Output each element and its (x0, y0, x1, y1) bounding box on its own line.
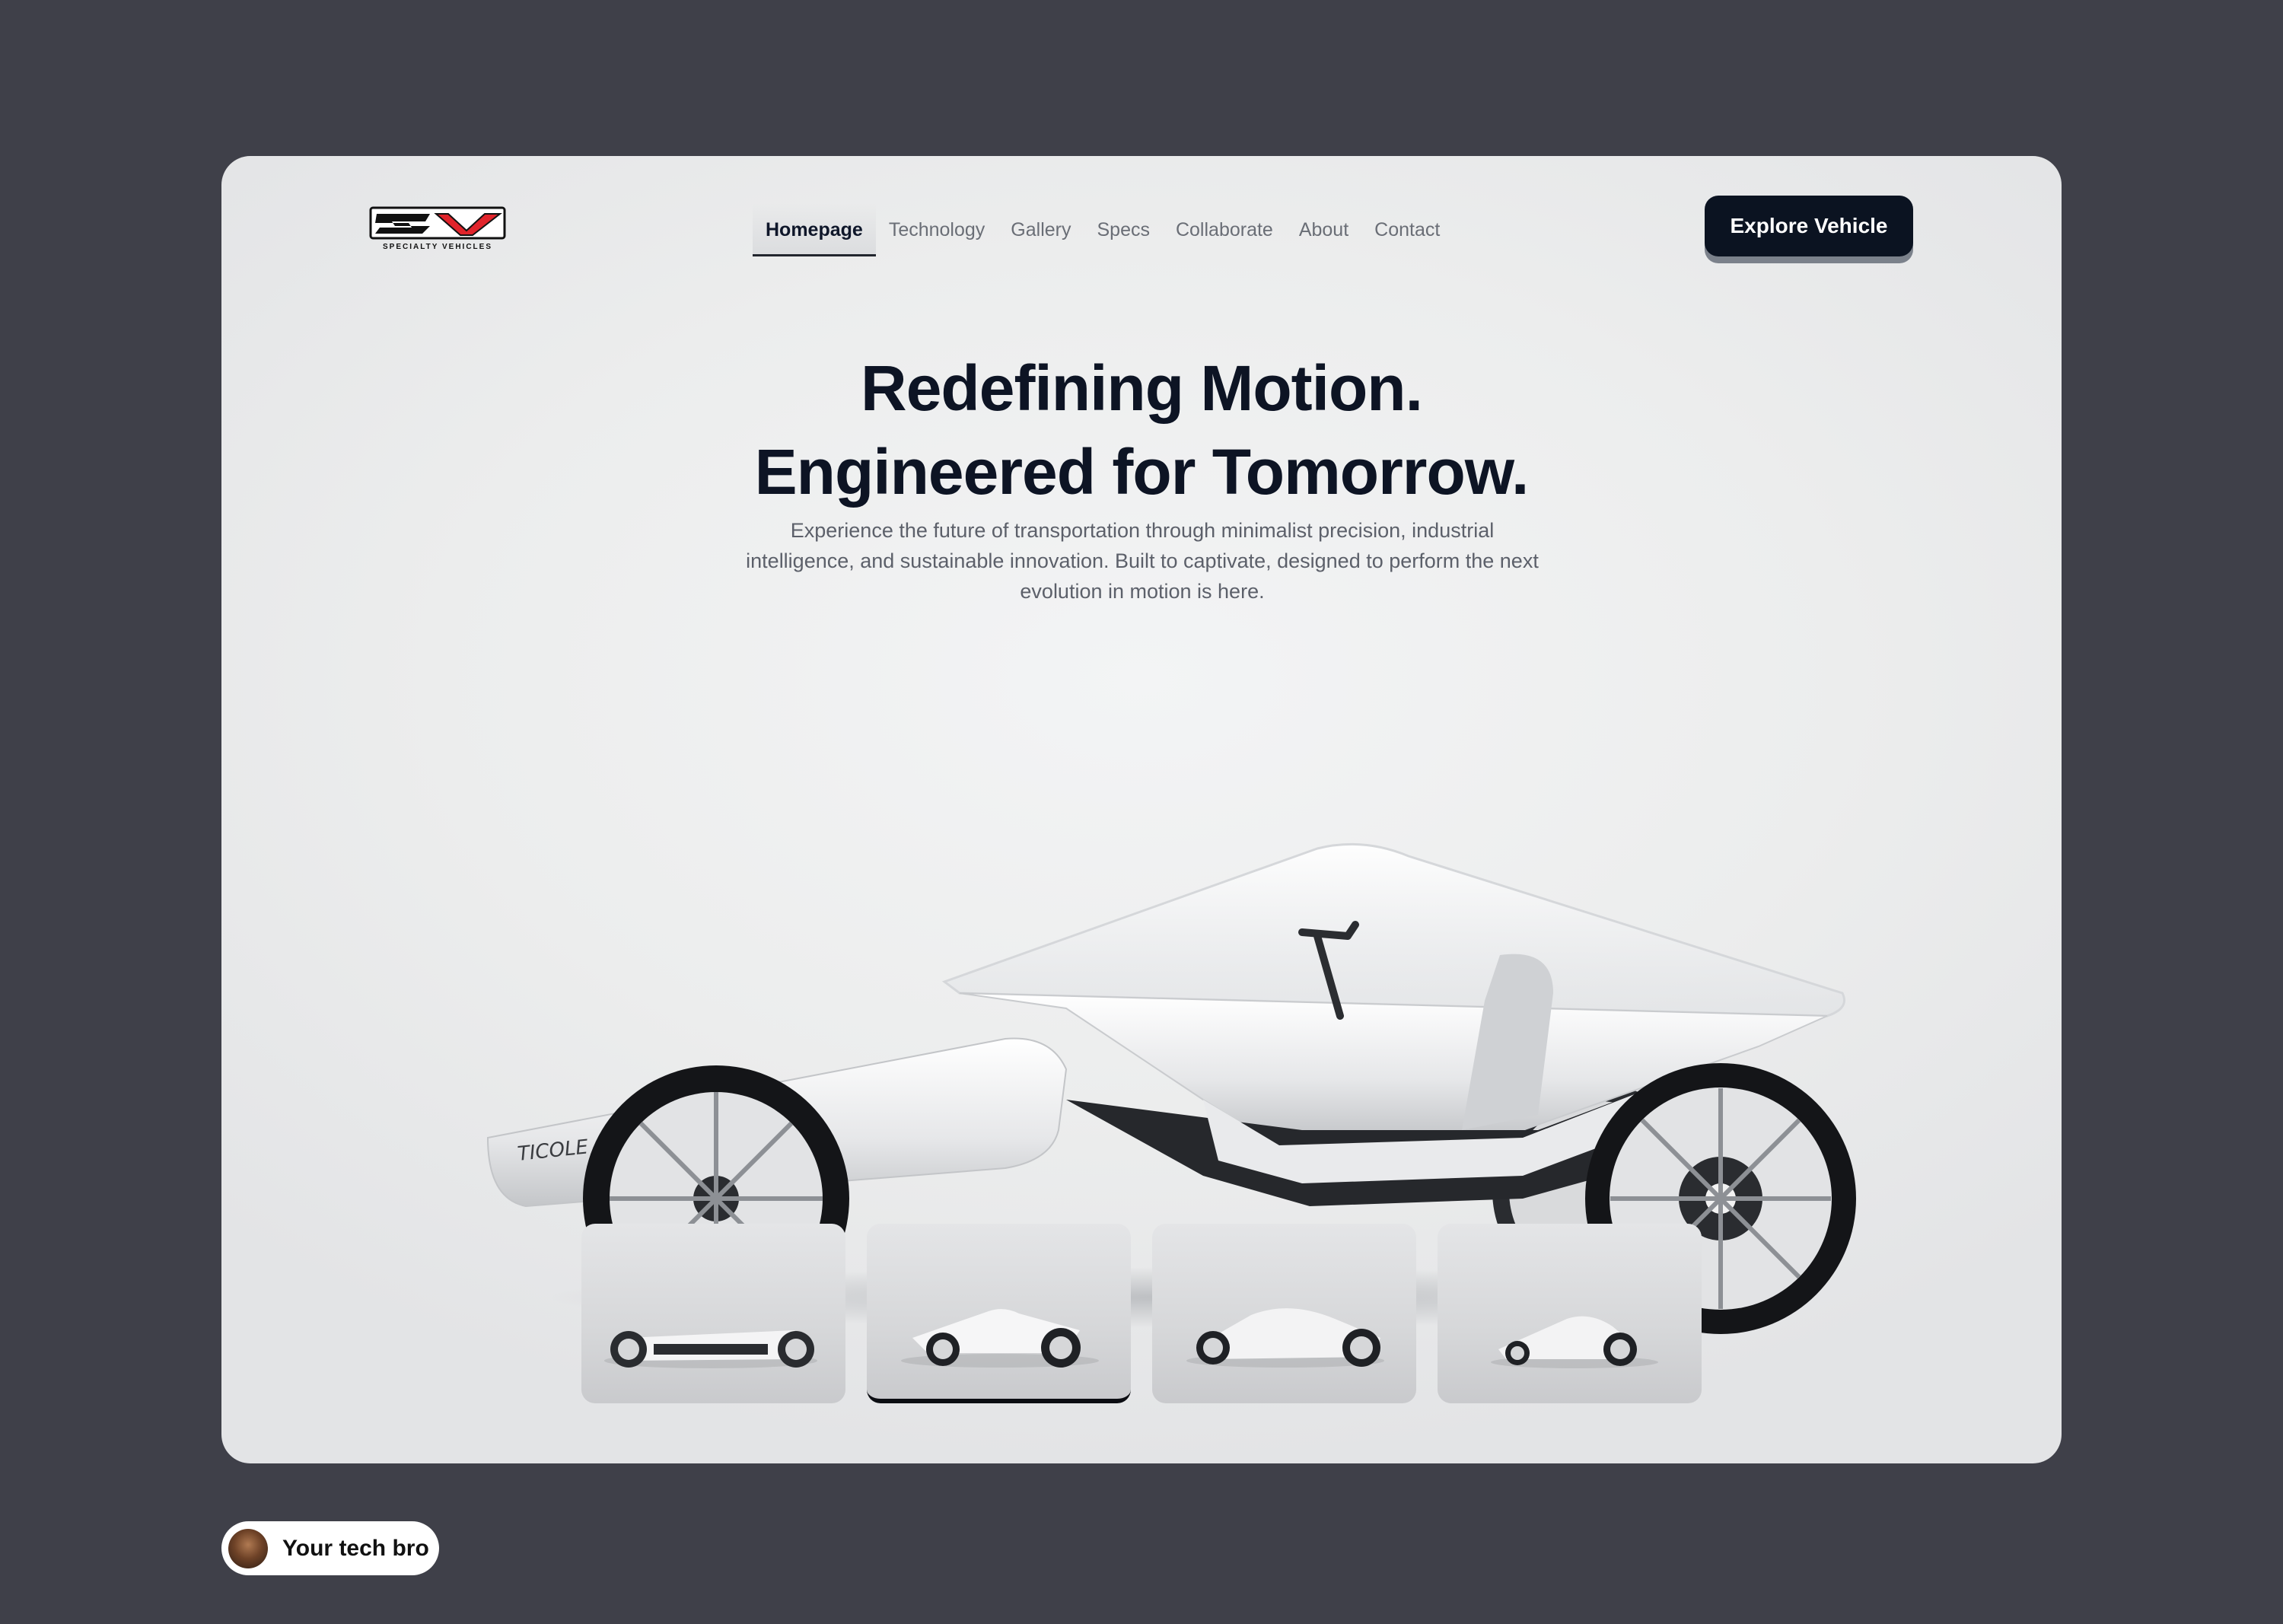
thumbnail-strip (581, 1224, 1702, 1403)
hero-headline-line-2: Engineered for Tomorrow. (754, 436, 1530, 508)
hero-subtitle: Experience the future of transportation … (746, 519, 1539, 603)
thumbnail-3[interactable] (1152, 1224, 1416, 1403)
creator-name: Your tech bro (282, 1535, 429, 1561)
nav-homepage[interactable]: Homepage (753, 203, 876, 256)
explore-vehicle-button[interactable]: Explore Vehicle (1705, 196, 1913, 256)
nav-gallery[interactable]: Gallery (998, 203, 1084, 256)
nav-specs[interactable]: Specs (1084, 203, 1162, 256)
logo-subtext: SPECIALTY VEHICLES (383, 243, 492, 251)
creator-badge[interactable]: Your tech bro (221, 1521, 439, 1575)
thumbnail-1[interactable] (581, 1224, 845, 1403)
main-nav: Homepage Technology Gallery Specs Collab… (753, 203, 1453, 256)
hero-headline-line-1: Redefining Motion. (861, 352, 1423, 424)
thumbnail-4[interactable] (1438, 1224, 1702, 1403)
nav-contact[interactable]: Contact (1361, 203, 1453, 256)
nav-technology[interactable]: Technology (876, 203, 998, 256)
thumbnail-2[interactable] (867, 1224, 1131, 1403)
nav-about[interactable]: About (1286, 203, 1361, 256)
hero-card: SPECIALTY VEHICLES Homepage Technology G… (221, 156, 2062, 1463)
hero-headline: Redefining Motion. Engineered for Tomorr… (221, 346, 2062, 514)
brand-logo[interactable]: SPECIALTY VEHICLES (369, 206, 506, 252)
avatar (228, 1528, 268, 1568)
nav-collaborate[interactable]: Collaborate (1163, 203, 1286, 256)
